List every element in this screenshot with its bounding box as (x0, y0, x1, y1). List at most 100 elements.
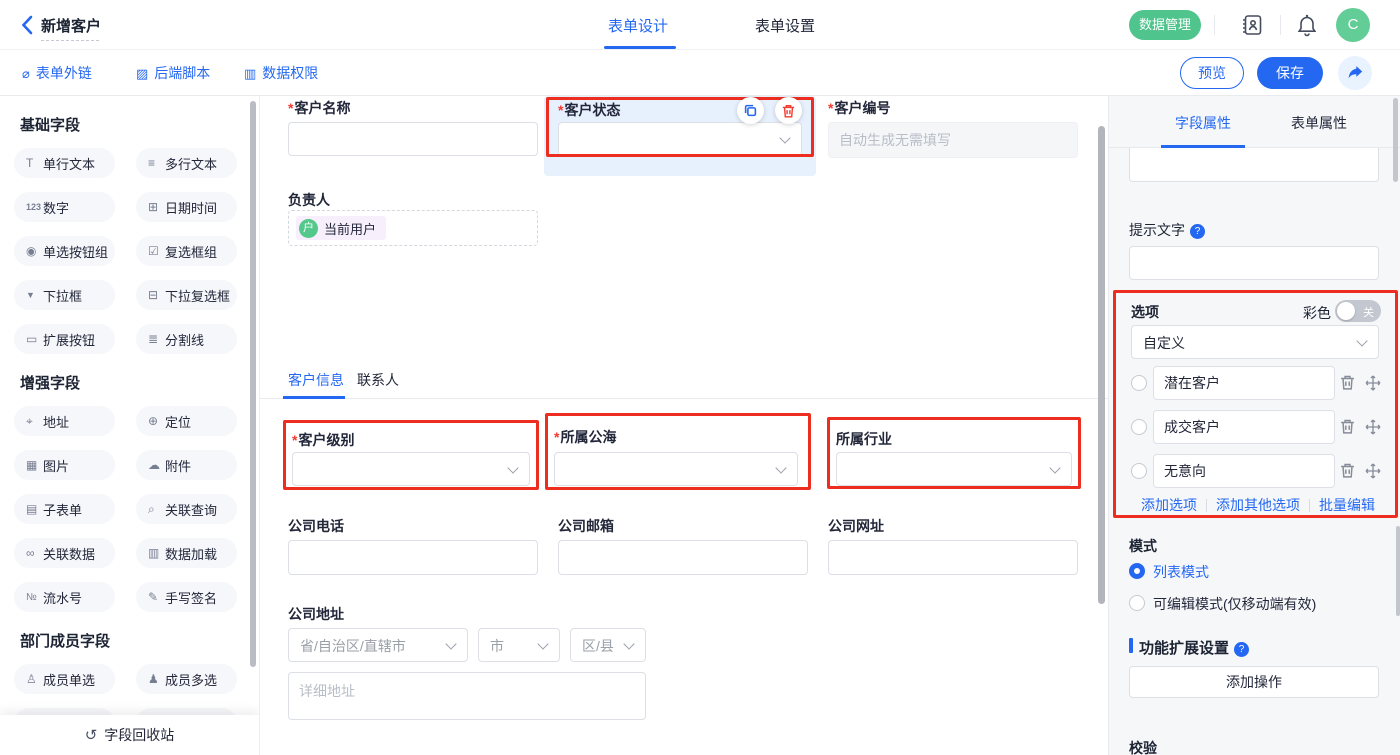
help-icon[interactable] (1190, 224, 1205, 239)
delete-option-icon[interactable] (1339, 418, 1356, 435)
field-recycle-bin[interactable]: ↺ 字段回收站 (0, 715, 259, 755)
panel-scrollbar[interactable] (1393, 98, 1398, 182)
sidebar-scrollbar[interactable] (250, 101, 256, 667)
list-mode-label[interactable]: 列表模式 (1153, 562, 1209, 582)
add-option-link[interactable]: 添加选项 (1141, 495, 1197, 515)
actions-divider (1206, 499, 1207, 512)
add-operation-button[interactable]: 添加操作 (1129, 666, 1379, 698)
field-checkbox-group[interactable]: ☑复选框组 (136, 236, 237, 266)
share-button[interactable] (1338, 56, 1372, 90)
move-option-icon[interactable] (1365, 463, 1381, 479)
field-divider[interactable]: ≣分割线 (136, 324, 237, 354)
option-source-select[interactable]: 自定义 (1131, 325, 1379, 359)
delete-option-icon[interactable] (1339, 462, 1356, 479)
cloud-upload-icon: ☁ (148, 458, 165, 472)
relation-query-icon: ⌕ (148, 502, 165, 517)
field-dropdown[interactable]: ▼下拉框 (14, 280, 115, 310)
color-toggle[interactable]: 关 (1335, 300, 1381, 322)
canvas-active-tab-underline (283, 396, 345, 399)
field-extend-button[interactable]: ▭扩展按钮 (14, 324, 115, 354)
customer-name-input[interactable] (288, 122, 538, 156)
copy-icon (743, 103, 758, 118)
customer-status-select[interactable] (558, 122, 802, 156)
field-address[interactable]: ⌖地址 (14, 406, 115, 436)
data-manage-button[interactable]: 数据管理 (1129, 10, 1201, 40)
field-attachment[interactable]: ☁附件 (136, 450, 237, 480)
back-icon[interactable] (20, 15, 34, 35)
field-subform[interactable]: ▤子表单 (14, 494, 115, 524)
public-sea-select[interactable] (554, 452, 798, 486)
company-phone-label: 公司电话 (288, 516, 344, 536)
canvas-scrollbar[interactable] (1098, 126, 1105, 604)
company-phone-input[interactable] (288, 540, 538, 575)
city-select[interactable]: 市 (478, 628, 560, 662)
company-site-input[interactable] (828, 540, 1078, 575)
current-user-tag[interactable]: 户 当前用户 (296, 216, 386, 240)
field-data-load[interactable]: ▥数据加载 (136, 538, 237, 568)
option-radio-2[interactable] (1131, 419, 1147, 435)
contacts-book-icon[interactable] (1240, 13, 1264, 37)
batch-edit-link[interactable]: 批量编辑 (1319, 495, 1375, 515)
option-input-3[interactable] (1153, 454, 1335, 488)
copy-field-button[interactable] (737, 97, 764, 124)
window-scrollbar[interactable] (1396, 526, 1400, 616)
field-image[interactable]: ▦图片 (14, 450, 115, 480)
section-title-basic-fields: 基础字段 (20, 114, 259, 135)
field-relation-data[interactable]: ∞关联数据 (14, 538, 115, 568)
customer-level-select[interactable] (292, 452, 530, 486)
data-permission-button[interactable]: ▥数据权限 (244, 50, 318, 96)
option-input-2[interactable] (1153, 410, 1335, 444)
field-single-line-text[interactable]: T单行文本 (14, 148, 115, 178)
option-radio-1[interactable] (1131, 375, 1147, 391)
field-member-single[interactable]: ♙成员单选 (14, 664, 115, 694)
list-mode-radio[interactable] (1129, 563, 1145, 579)
move-option-icon[interactable] (1365, 419, 1381, 435)
field-multi-line-text[interactable]: ≡多行文本 (136, 148, 237, 178)
field-relation-query[interactable]: ⌕关联查询 (136, 494, 237, 524)
field-title-input-clipped[interactable] (1129, 148, 1379, 182)
dropdown-multi-icon: ⊟ (148, 288, 165, 302)
field-signature[interactable]: ✎手写签名 (136, 582, 237, 612)
district-select[interactable]: 区/县 (570, 628, 646, 662)
validation-title: 校验 (1129, 738, 1157, 755)
tab-form-settings[interactable]: 表单设置 (755, 15, 815, 36)
properties-panel: 字段属性 表单属性 提示文字 选项 彩色 关 自定义 添加选项 添加 (1108, 96, 1400, 755)
preview-button[interactable]: 预览 (1180, 57, 1244, 89)
delete-option-icon[interactable] (1339, 374, 1356, 391)
field-datetime[interactable]: ⊞日期时间 (136, 192, 237, 222)
help-icon[interactable] (1234, 642, 1249, 657)
tab-form-properties[interactable]: 表单属性 (1291, 113, 1347, 133)
option-input-1[interactable] (1153, 366, 1335, 400)
tab-field-properties[interactable]: 字段属性 (1175, 113, 1231, 133)
field-serial-number[interactable]: №流水号 (14, 582, 115, 612)
tab-contacts[interactable]: 联系人 (357, 370, 399, 390)
hint-text-input[interactable] (1129, 246, 1379, 280)
backend-script-button[interactable]: ▨后端脚本 (136, 50, 210, 96)
tab-form-design[interactable]: 表单设计 (608, 15, 668, 36)
option-radio-3[interactable] (1131, 463, 1147, 479)
field-dropdown-multi[interactable]: ⊟下拉复选框 (136, 280, 237, 310)
actions-divider (1309, 499, 1310, 512)
locate-icon: ⊕ (148, 414, 165, 428)
move-option-icon[interactable] (1365, 375, 1381, 391)
permission-icon: ▥ (244, 51, 256, 97)
recycle-icon: ↺ (85, 726, 98, 744)
field-number[interactable]: 123数字 (14, 192, 115, 222)
tab-customer-info[interactable]: 客户信息 (288, 370, 344, 390)
field-radio-group[interactable]: ◉单选按钮组 (14, 236, 115, 266)
add-other-option-link[interactable]: 添加其他选项 (1216, 495, 1300, 515)
province-select[interactable]: 省/自治区/直辖市 (288, 628, 468, 662)
user-avatar[interactable]: C (1336, 8, 1370, 42)
field-location[interactable]: ⊕定位 (136, 406, 237, 436)
field-member-multi[interactable]: ♟成员多选 (136, 664, 237, 694)
delete-field-button[interactable] (775, 97, 802, 124)
save-button[interactable]: 保存 (1257, 57, 1323, 89)
editable-mode-radio[interactable] (1129, 595, 1145, 611)
industry-select[interactable] (836, 452, 1072, 486)
notification-bell-icon[interactable] (1296, 13, 1318, 37)
company-email-input[interactable] (558, 540, 808, 575)
user-glyph-icon: 户 (299, 219, 318, 238)
detail-address-textarea[interactable] (288, 672, 646, 720)
external-link-button[interactable]: ⌀表单外链 (22, 50, 92, 96)
editable-mode-label[interactable]: 可编辑模式(仅移动端有效) (1153, 594, 1316, 614)
